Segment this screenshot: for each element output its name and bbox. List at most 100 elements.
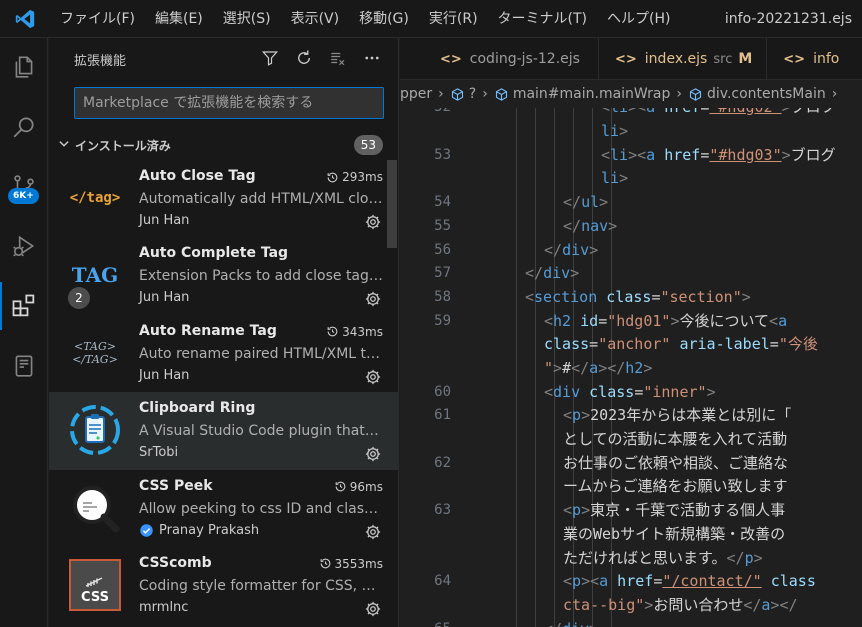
extension-search-input[interactable] xyxy=(75,88,383,118)
sidebar-title: 拡張機能 xyxy=(74,53,127,69)
extension-name: Auto Complete Tag xyxy=(139,245,289,262)
breadcrumb-item[interactable]: ? xyxy=(450,86,476,102)
extension-description: Auto rename paired HTML/XML tag xyxy=(139,345,383,362)
line-number: 62 xyxy=(434,455,451,471)
menu-item[interactable]: 移動(G) xyxy=(349,0,419,38)
chevron-right-icon: › xyxy=(482,86,488,102)
vscode-logo-icon xyxy=(0,0,50,38)
menu-item[interactable]: 表示(V) xyxy=(281,0,350,38)
tab-index-ejs[interactable]: <> index.ejs src M xyxy=(599,38,768,80)
gear-icon[interactable] xyxy=(364,445,382,463)
extension-item[interactable]: CSS Peek 96ms Allow peeking to css ID an… xyxy=(49,470,398,547)
chevron-right-icon: › xyxy=(831,86,838,102)
code-text: <section class="section"> xyxy=(525,288,751,306)
menu-item[interactable]: 選択(S) xyxy=(213,0,281,38)
code-line: 62 お仕事のご依頼や相談、ご連絡な xyxy=(400,452,862,476)
extension-publisher: Pranay Prakash xyxy=(139,523,259,538)
activity-bar: 6K+ xyxy=(0,38,48,627)
css-peek-logo-icon xyxy=(67,480,123,536)
extension-publisher: Jun Han xyxy=(139,290,190,306)
code-line: 60 <div class="inner"> xyxy=(400,381,862,405)
source-control-badge: 6K+ xyxy=(8,188,39,204)
code-editor[interactable]: 52 <li><a href="#hdg02">プロフ li> 53 <li><a hr… xyxy=(400,108,862,627)
code-text: li> xyxy=(601,122,629,140)
code-text: お仕事のご依頼や相談、ご連絡な xyxy=(563,454,789,472)
menu-item[interactable]: ヘルプ(H) xyxy=(597,0,680,38)
extension-description: Coding style formatter for CSS, Less, SC… xyxy=(139,577,383,594)
ejs-file-icon: <> xyxy=(615,51,637,67)
breadcrumb: pper › ? › main#main.mainWrap › div.cont… xyxy=(400,80,862,108)
activation-time: 343ms xyxy=(326,325,383,339)
gear-icon[interactable] xyxy=(364,523,382,541)
search-icon[interactable] xyxy=(0,103,48,151)
code-line: としての活動に本腰を入れて活動 xyxy=(400,428,862,452)
gear-icon[interactable] xyxy=(364,600,382,618)
clock-icon xyxy=(327,326,338,337)
code-line: li> xyxy=(400,120,862,144)
extension-item[interactable]: <TAG> </TAG> Auto Rename Tag 343ms Auto … xyxy=(49,315,398,392)
code-line: 55 </nav> xyxy=(400,215,862,239)
activation-time: 293ms xyxy=(326,170,383,184)
extension-item[interactable]: TAG 2 Auto Complete Tag Extension Packs … xyxy=(49,237,398,314)
code-line: 65 </div> xyxy=(400,618,862,627)
extension-search-box[interactable] xyxy=(74,87,384,119)
gear-icon[interactable] xyxy=(364,213,382,231)
code-text: <h2 id="hdg01">今後について<a xyxy=(544,312,788,330)
auto-rename-tag-logo-icon: <TAG> </TAG> xyxy=(72,339,118,366)
element-cube-icon xyxy=(495,87,507,101)
extension-list: </tag> Auto Close Tag 293ms Automaticall… xyxy=(49,160,398,624)
extension-item[interactable]: Clipboard Ring A Visual Studio Code plug… xyxy=(49,392,398,470)
sidebar-scrollbar[interactable] xyxy=(387,160,397,248)
menu-item[interactable]: ファイル(F) xyxy=(50,0,145,38)
code-line: 54 </ul> xyxy=(400,191,862,215)
extension-description: A Visual Studio Code plugin that maintai… xyxy=(139,423,383,440)
extension-item[interactable]: </tag> Auto Close Tag 293ms Automaticall… xyxy=(49,160,398,237)
extension-item[interactable]: CSS CSScomb 3553ms Coding style formatte… xyxy=(49,547,398,624)
breadcrumb-item[interactable]: main#main.mainWrap xyxy=(494,86,670,102)
filter-icon[interactable] xyxy=(260,48,280,68)
run-debug-icon[interactable] xyxy=(0,222,48,270)
refresh-icon[interactable] xyxy=(294,48,314,68)
code-line: 56 </div> xyxy=(400,239,862,263)
menu-item[interactable]: ターミナル(T) xyxy=(488,0,597,38)
line-number: 55 xyxy=(434,218,451,234)
extension-publisher: Jun Han xyxy=(139,367,190,383)
code-text: <p>2023年からは本業とは別に「 xyxy=(563,406,792,424)
breadcrumb-item[interactable]: div.contentsMain xyxy=(688,86,826,102)
tab-info[interactable]: <> info xyxy=(767,38,853,80)
extension-publisher: Jun Han xyxy=(139,213,190,228)
extensions-icon[interactable] xyxy=(0,282,48,330)
clock-icon xyxy=(320,559,330,569)
tab-coding-js-12[interactable]: <> coding-js-12.ejs xyxy=(400,38,599,80)
clear-results-icon[interactable] xyxy=(328,48,348,68)
auto-close-tag-logo-icon: </tag> xyxy=(69,190,121,206)
code-line: 63 <p>東京・千葉で活動する個人事 xyxy=(400,499,862,523)
menu-item[interactable]: 実行(R) xyxy=(419,0,488,38)
gear-icon[interactable] xyxy=(364,368,382,386)
code-line: li> xyxy=(400,167,862,191)
chevron-right-icon: › xyxy=(438,86,444,102)
remote-explorer-icon[interactable] xyxy=(0,342,48,390)
verified-publisher-icon xyxy=(140,523,153,537)
more-actions-icon[interactable] xyxy=(362,48,382,68)
line-number: 53 xyxy=(434,147,451,163)
explorer-icon[interactable] xyxy=(0,43,48,91)
code-line: 64 <p><a href="/contact/" class xyxy=(400,570,862,594)
extension-name: Clipboard Ring xyxy=(139,400,256,417)
clock-icon xyxy=(335,481,346,492)
breadcrumb-item[interactable]: pper xyxy=(400,86,432,102)
code-line: ームからご連絡をお願い致します xyxy=(400,475,862,499)
menu-item[interactable]: 編集(E) xyxy=(145,0,213,38)
code-line: ただければと思います。</p> xyxy=(400,547,862,571)
code-text: <li><a href="#hdg02">プロフ xyxy=(601,108,836,120)
activation-time: 3553ms xyxy=(319,557,383,571)
code-line: 61 <p>2023年からは本業とは別に「 xyxy=(400,404,862,428)
ejs-file-icon: <> xyxy=(783,51,806,67)
line-number: 54 xyxy=(434,194,451,210)
gear-icon[interactable] xyxy=(364,290,382,308)
code-line: 57 </div> xyxy=(400,262,862,286)
extension-publisher: SrTobi xyxy=(139,445,179,461)
line-number: 58 xyxy=(434,289,451,305)
ejs-file-icon: <> xyxy=(440,51,462,67)
installed-section-header[interactable]: インストール済み 53 xyxy=(49,132,398,158)
